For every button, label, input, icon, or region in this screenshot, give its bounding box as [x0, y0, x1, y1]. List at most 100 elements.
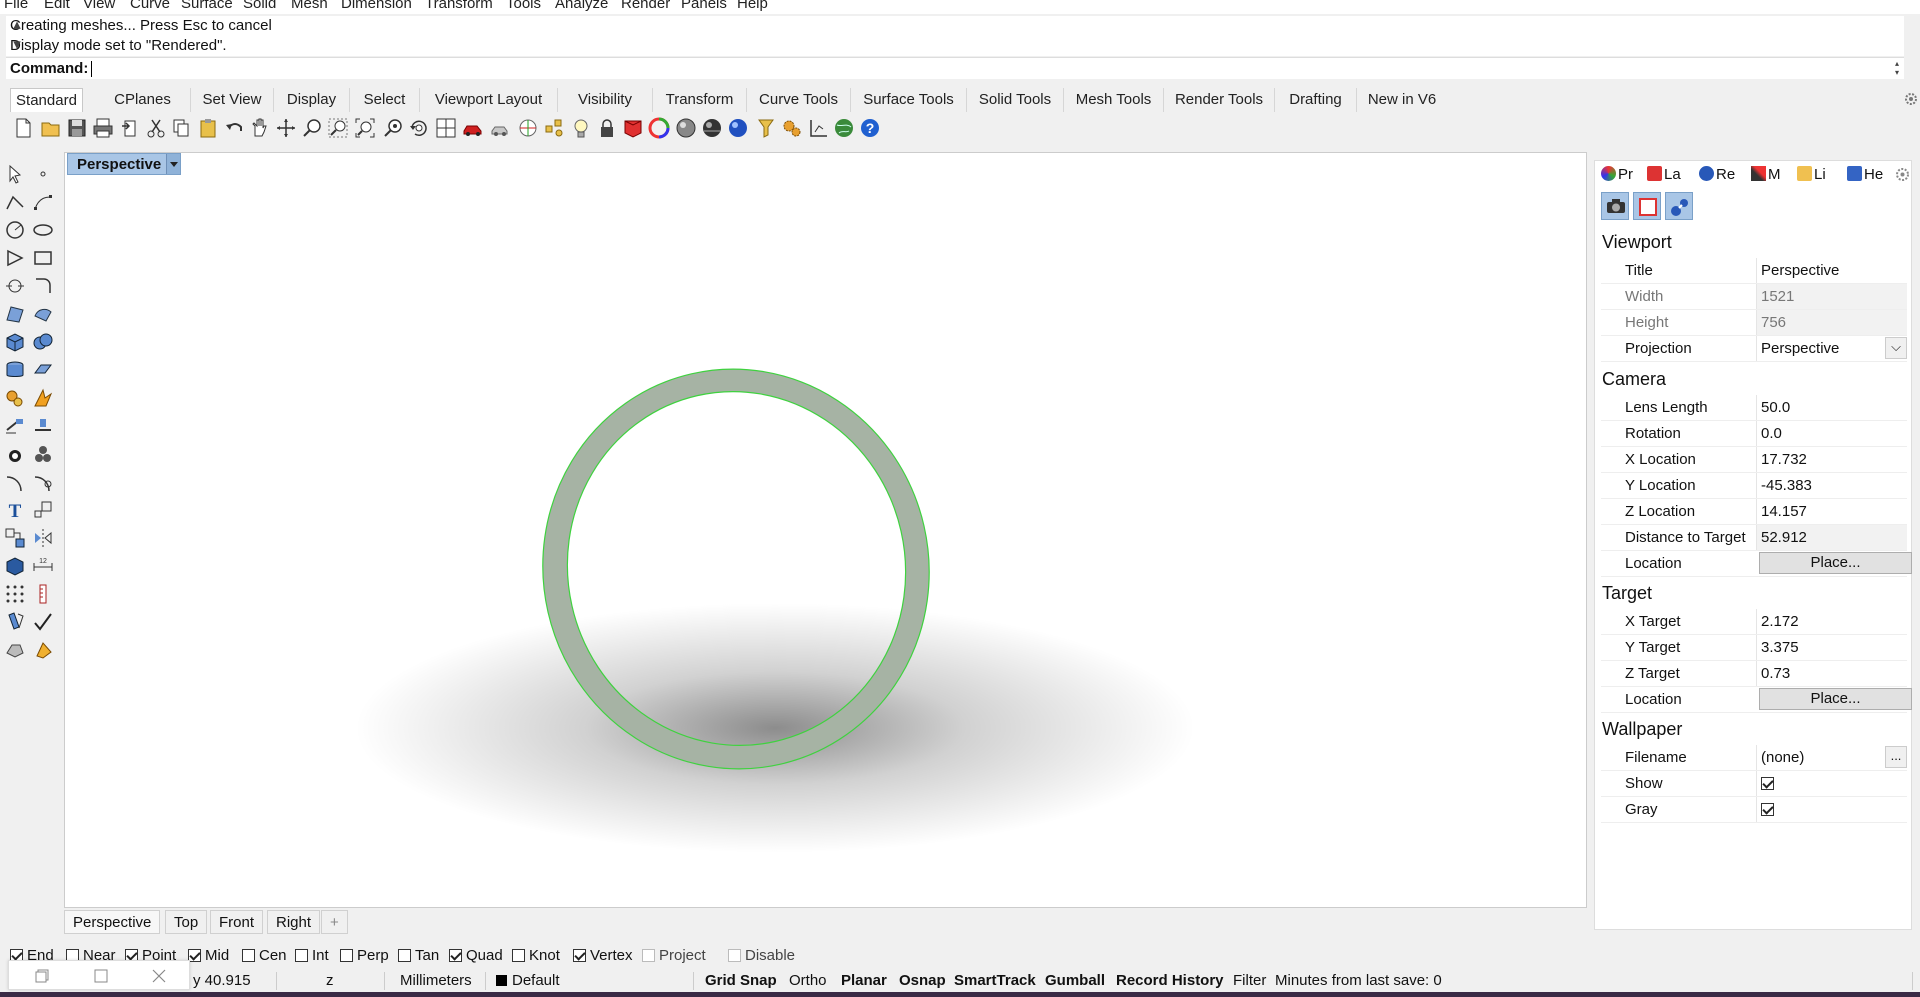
command-input[interactable]: [91, 61, 92, 77]
settings-gears-icon[interactable]: [781, 117, 803, 139]
panel-tab-materials[interactable]: M: [1751, 165, 1781, 185]
tab-cplanes[interactable]: CPlanes: [95, 88, 191, 112]
maximize-icon[interactable]: [94, 969, 108, 983]
print-icon[interactable]: [92, 117, 114, 139]
command-line[interactable]: Command: ▴ ▾: [6, 57, 1904, 79]
zoom-window-icon[interactable]: [327, 117, 349, 139]
tab-surface-tools[interactable]: Surface Tools: [851, 88, 967, 112]
menu-curve[interactable]: Curve: [130, 0, 170, 12]
osnap-perp-checkbox[interactable]: [340, 949, 353, 962]
tab-curve-tools[interactable]: Curve Tools: [747, 88, 851, 112]
osnap-vertex-checkbox[interactable]: [573, 949, 586, 962]
layer-indicator[interactable]: Default: [496, 970, 560, 992]
toggle-filter[interactable]: Filter: [1233, 970, 1266, 992]
osnap-disable-checkbox[interactable]: [728, 949, 741, 962]
menu-help[interactable]: Help: [737, 0, 768, 12]
osnap-quad-checkbox[interactable]: [449, 949, 462, 962]
globe-icon[interactable]: [833, 117, 855, 139]
light-icon[interactable]: [570, 117, 592, 139]
wallpaper-page-button[interactable]: [1633, 192, 1661, 220]
new-icon[interactable]: [12, 117, 34, 139]
circle-icon[interactable]: [4, 219, 26, 241]
tab-viewport-layout[interactable]: Viewport Layout: [420, 88, 558, 112]
dimension-linear-icon[interactable]: 12: [32, 555, 54, 577]
cut-icon[interactable]: [145, 117, 167, 139]
polygon-icon[interactable]: [4, 247, 26, 269]
show-checkbox[interactable]: [1761, 777, 1774, 790]
viewport-tab-right[interactable]: Right: [267, 910, 321, 934]
transform-array-icon[interactable]: [4, 527, 26, 549]
add-viewport-tab-button[interactable]: +: [321, 910, 348, 934]
viewport-perspective[interactable]: Perspective: [64, 152, 1587, 908]
menu-mesh[interactable]: Mesh: [291, 0, 328, 12]
osnap-tan[interactable]: Tan: [398, 946, 439, 966]
offset-curve-icon[interactable]: [4, 275, 26, 297]
menu-edit[interactable]: Edit: [44, 0, 70, 12]
fillet-icon[interactable]: [32, 471, 54, 493]
color-wheel-icon[interactable]: [648, 117, 670, 139]
copy-icon[interactable]: [170, 117, 192, 139]
osnap-vertex[interactable]: Vertex: [573, 946, 633, 966]
split-icon[interactable]: [32, 415, 54, 437]
units[interactable]: Millimeters: [400, 970, 472, 992]
cplane-icon[interactable]: [517, 117, 539, 139]
menu-view[interactable]: View: [83, 0, 115, 12]
lock-icon[interactable]: [596, 117, 618, 139]
close-icon[interactable]: [152, 969, 166, 983]
zoom-in-icon[interactable]: [301, 117, 323, 139]
camera-place-button[interactable]: Place...: [1759, 552, 1912, 574]
ortho-icon[interactable]: [4, 611, 26, 633]
camera-page-button[interactable]: [1601, 192, 1629, 220]
z-target-field[interactable]: 0.73: [1756, 661, 1907, 686]
osnap-disable[interactable]: Disable: [728, 946, 795, 966]
lens-length-field[interactable]: 50.0: [1756, 395, 1907, 420]
menu-panels[interactable]: Panels: [681, 0, 727, 12]
menu-surface[interactable]: Surface: [181, 0, 233, 12]
target-place-button[interactable]: Place...: [1759, 688, 1912, 710]
osnap-project-checkbox[interactable]: [642, 949, 655, 962]
analyze-icon[interactable]: [32, 583, 54, 605]
y-target-field[interactable]: 3.375: [1756, 635, 1907, 660]
dimension-icon[interactable]: [808, 117, 830, 139]
trim-icon[interactable]: [4, 415, 26, 437]
osnap-tan-checkbox[interactable]: [398, 949, 411, 962]
rectangle-icon[interactable]: [32, 247, 54, 269]
tab-mesh-tools[interactable]: Mesh Tools: [1064, 88, 1164, 112]
surface-patch-icon[interactable]: [32, 303, 54, 325]
save-icon[interactable]: [66, 117, 88, 139]
extrude-icon[interactable]: [32, 359, 54, 381]
panel-tab-layers[interactable]: La: [1647, 165, 1681, 185]
box-icon[interactable]: [4, 331, 26, 353]
menu-file[interactable]: File: [4, 0, 28, 12]
menu-transform[interactable]: Transform: [425, 0, 493, 12]
viewport-tab-front[interactable]: Front: [210, 910, 264, 934]
paste-icon[interactable]: [197, 117, 219, 139]
explode-icon[interactable]: [32, 387, 54, 409]
tab-transform[interactable]: Transform: [653, 88, 747, 112]
zoom-extents-icon[interactable]: [354, 117, 376, 139]
x-target-field[interactable]: 2.172: [1756, 609, 1907, 634]
fillet-curve-icon[interactable]: [32, 275, 54, 297]
menu-analyze[interactable]: Analyze: [555, 0, 608, 12]
material-icon[interactable]: [622, 117, 644, 139]
points-icon[interactable]: [543, 117, 565, 139]
viewport-tab-top[interactable]: Top: [165, 910, 208, 934]
panel-tab-properties[interactable]: Pr: [1601, 165, 1633, 185]
polyline-icon[interactable]: [4, 191, 26, 213]
mirror-icon[interactable]: [32, 527, 54, 549]
help-icon[interactable]: ?: [859, 117, 881, 139]
osnap-knot[interactable]: Knot: [512, 946, 560, 966]
toggle-record-history[interactable]: Record History: [1116, 970, 1224, 992]
render-icon[interactable]: [4, 639, 26, 661]
pan-icon[interactable]: [248, 117, 270, 139]
tab-visibility[interactable]: Visibility: [558, 88, 653, 112]
menu-dimension[interactable]: Dimension: [341, 0, 412, 12]
panel-tab-help[interactable]: He: [1847, 165, 1883, 185]
select-arrow-icon[interactable]: [4, 163, 26, 185]
panel-tab-rendering[interactable]: Re: [1699, 165, 1735, 185]
undo-icon[interactable]: [224, 117, 246, 139]
block-icon[interactable]: [32, 443, 54, 465]
import-icon[interactable]: [119, 117, 141, 139]
gray-checkbox[interactable]: [1761, 803, 1774, 816]
surface-corner-icon[interactable]: [4, 303, 26, 325]
